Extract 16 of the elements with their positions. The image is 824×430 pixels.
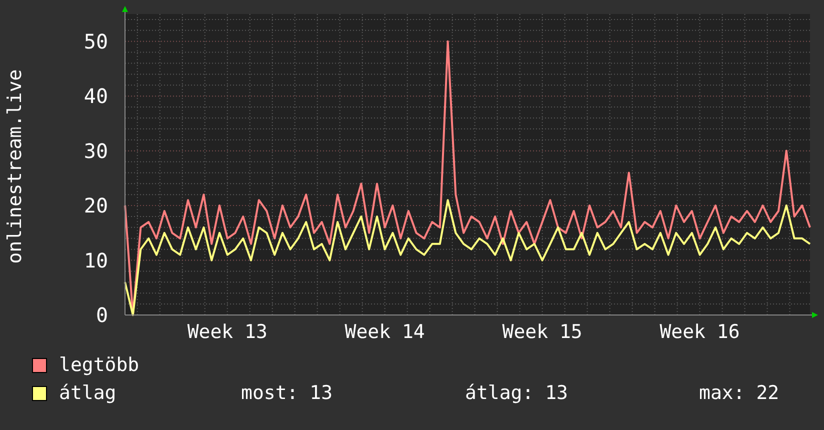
x-tick-label: Week 14 — [344, 321, 425, 343]
y-tick-label: 0 — [96, 303, 108, 327]
stat-text: átlag: 13 — [465, 382, 569, 404]
x-tick-label: Week 16 — [660, 321, 740, 343]
stat-text: most: 13 — [241, 382, 334, 404]
y-axis-title: onlinestream.live — [4, 69, 26, 264]
y-tick-label: 10 — [84, 248, 108, 272]
stat-text: max: 22 — [699, 382, 780, 404]
x-tick-label: Week 15 — [502, 321, 582, 343]
legend-label: átlag — [59, 382, 118, 404]
y-tick-label: 50 — [84, 29, 108, 54]
x-tick-label: Week 13 — [187, 321, 268, 343]
y-tick-label: 40 — [84, 84, 108, 108]
legend-label: legtöbb — [59, 354, 140, 376]
y-tick-label: 20 — [84, 194, 108, 218]
y-tick-label: 30 — [84, 138, 108, 163]
